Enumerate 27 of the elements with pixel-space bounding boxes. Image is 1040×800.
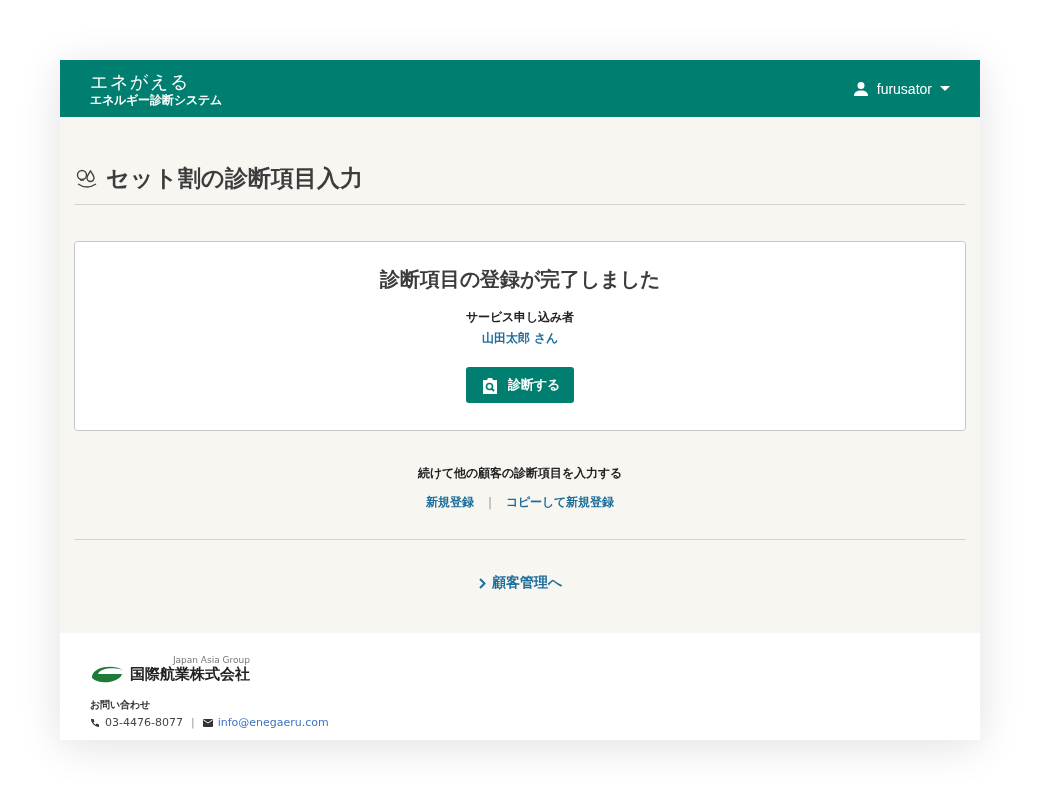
applicant-label: サービス申し込み者	[466, 309, 574, 326]
caret-icon	[940, 86, 950, 91]
clipboard-search-icon	[482, 376, 498, 394]
continue-label: 続けて他の顧客の診断項目を入力する	[418, 465, 622, 482]
user-icon	[852, 80, 869, 97]
page-title: セット割の診断項目入力	[106, 164, 363, 193]
group-name: Japan Asia Group	[172, 655, 250, 665]
brand-name: エネがえる	[90, 70, 191, 93]
phone-number: 03-4476-8077	[105, 716, 183, 729]
company-name: 国際航業株式会社	[130, 665, 250, 684]
new-registration-link[interactable]: 新規登録	[425, 494, 474, 511]
separator: |	[487, 495, 492, 510]
logo-icon	[90, 664, 124, 684]
brand-subtitle: エネルギー診断システム	[90, 92, 222, 107]
copy-registration-link[interactable]: コピーして新規登録	[506, 494, 614, 511]
diagnose-button[interactable]: 診断する	[466, 367, 574, 403]
completion-heading: 診断項目の登録が完了しました	[380, 266, 660, 293]
user-menu[interactable]: furusator	[852, 80, 950, 97]
email-link[interactable]: info@enegaeru.com	[217, 716, 329, 729]
bulb-drop-icon	[76, 168, 98, 189]
separator: |	[190, 716, 195, 729]
phone-icon	[90, 717, 100, 728]
customer-management-link[interactable]: 顧客管理へ	[478, 574, 562, 592]
contact-label: お問い合わせ	[90, 698, 151, 712]
applicant-name: 山田太郎 さん	[481, 330, 559, 347]
mail-icon	[202, 718, 213, 727]
chevron-right-icon	[478, 577, 486, 589]
